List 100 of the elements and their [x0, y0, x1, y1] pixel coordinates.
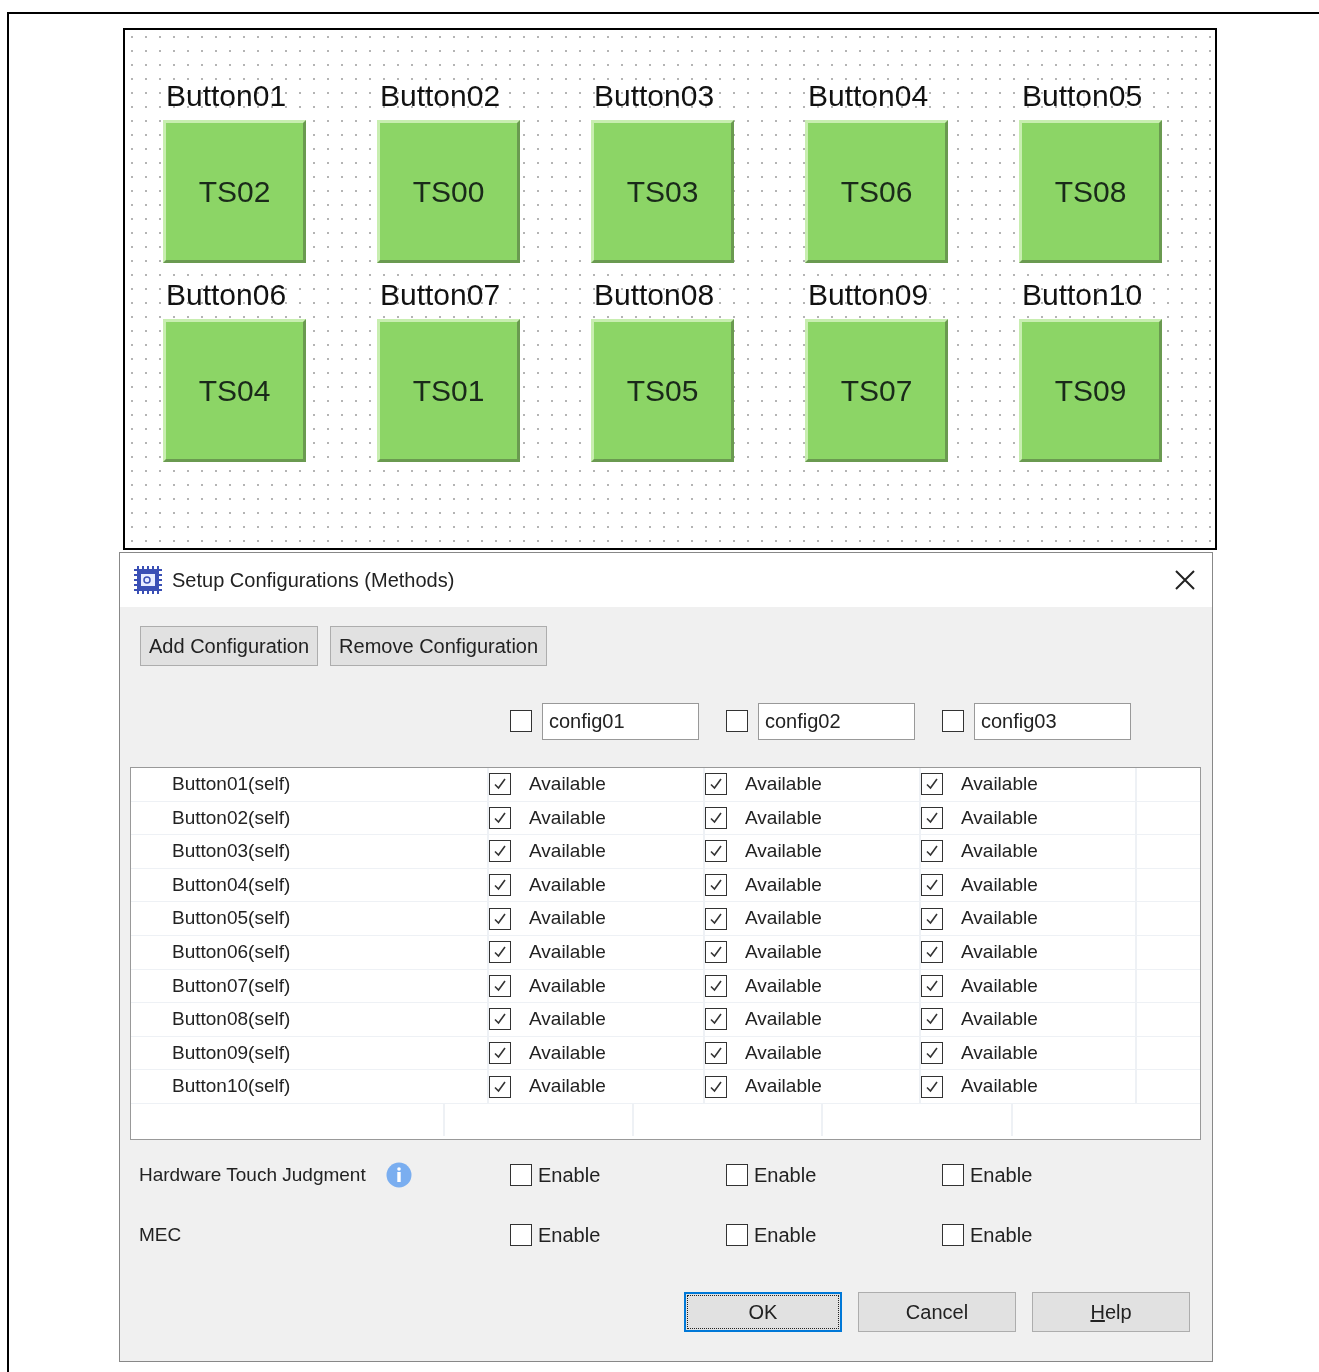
checkbox[interactable] [921, 1042, 943, 1065]
button-label: Button05 [1021, 78, 1144, 114]
checkbox[interactable] [489, 974, 511, 997]
checkbox-label: Enable [754, 1223, 817, 1248]
checkbox[interactable] [705, 773, 727, 796]
table-cell-text: Available [529, 839, 606, 864]
checkbox[interactable] [942, 710, 964, 732]
dialog-button[interactable]: Cancel [858, 1292, 1016, 1332]
touch-button-tile[interactable]: TS04 [163, 319, 306, 462]
checkbox[interactable] [489, 1075, 511, 1098]
window-title: Setup Configurations (Methods) [172, 568, 455, 593]
toolbar-button[interactable]: Remove Configuration [330, 626, 548, 666]
table-cell-text: Available [961, 906, 1038, 931]
checkbox[interactable] [489, 874, 511, 897]
button-label: Button06 [165, 277, 288, 313]
toolbar-button[interactable]: Add Configuration [140, 626, 319, 666]
checkbox[interactable] [705, 1042, 727, 1065]
checkbox[interactable] [489, 907, 511, 930]
table-cell-text: Button05(self) [171, 906, 292, 931]
checkbox[interactable] [921, 874, 943, 897]
checkbox-label: Enable [538, 1223, 601, 1248]
checkbox[interactable] [726, 1224, 748, 1246]
checkbox-label: Enable [970, 1223, 1033, 1248]
touch-button-tile[interactable]: TS09 [1019, 319, 1162, 462]
touch-button-tile[interactable]: TS07 [805, 319, 948, 462]
table-cell-text: Button03(self) [171, 839, 292, 864]
config-name-field[interactable]: config01 [542, 702, 699, 740]
info-icon [385, 1162, 412, 1188]
table-cell-text: Available [529, 1074, 606, 1099]
touch-button-tile[interactable]: TS03 [591, 120, 734, 263]
table-cell-text: Available [745, 839, 822, 864]
button-label: Button03 [593, 78, 716, 114]
touch-button-tile[interactable]: TS08 [1019, 120, 1162, 263]
touch-button-tile[interactable]: TS00 [377, 120, 520, 263]
checkbox[interactable] [921, 941, 943, 964]
checkbox[interactable] [489, 806, 511, 829]
config-name-field[interactable]: config03 [974, 702, 1131, 740]
table-cell-text: Available [961, 839, 1038, 864]
checkbox[interactable] [942, 1164, 964, 1186]
button-label: Button04 [807, 78, 930, 114]
dialog-button[interactable]: Help [1032, 1292, 1190, 1332]
touch-button-tile[interactable]: TS05 [591, 319, 734, 462]
checkbox[interactable] [705, 874, 727, 897]
table-cell-text: Button10(self) [171, 1074, 292, 1099]
table-cell-text: Available [745, 1040, 822, 1065]
dialog-button[interactable]: OK [684, 1292, 842, 1332]
checkbox[interactable] [705, 974, 727, 997]
checkbox[interactable] [705, 907, 727, 930]
checkbox[interactable] [726, 710, 748, 732]
table-cell-text: Available [745, 872, 822, 897]
checkbox[interactable] [705, 840, 727, 863]
touch-button-tile[interactable]: TS06 [805, 120, 948, 263]
option-label: Hardware Touch Judgment [139, 1162, 366, 1187]
option-label: MEC [139, 1222, 182, 1247]
table-cell-text: Available [745, 805, 822, 830]
checkbox[interactable] [510, 1164, 532, 1186]
checkbox[interactable] [921, 840, 943, 863]
config-name-field[interactable]: config02 [758, 702, 915, 740]
checkbox[interactable] [489, 840, 511, 863]
checkbox[interactable] [705, 1008, 727, 1031]
table-cell-text: Button07(self) [171, 973, 292, 998]
table-cell-text: Button02(self) [171, 805, 292, 830]
checkbox[interactable] [510, 710, 532, 732]
checkbox[interactable] [489, 1042, 511, 1065]
table-cell-text: Available [529, 772, 606, 797]
table-cell-text: Button01(self) [171, 772, 292, 797]
table-cell-text: Available [529, 1007, 606, 1032]
table-cell-text: Available [529, 872, 606, 897]
touch-button-tile[interactable]: TS01 [377, 319, 520, 462]
table-cell-text: Available [529, 805, 606, 830]
checkbox[interactable] [510, 1224, 532, 1246]
checkbox[interactable] [705, 941, 727, 964]
table-cell-text: Available [961, 805, 1038, 830]
checkbox[interactable] [921, 974, 943, 997]
checkbox[interactable] [705, 1075, 727, 1098]
checkbox-label: Enable [754, 1163, 817, 1188]
button-label: Button10 [1021, 277, 1144, 313]
checkbox-label: Enable [538, 1163, 601, 1188]
table-cell-text: Available [745, 1074, 822, 1099]
checkbox[interactable] [489, 941, 511, 964]
checkbox[interactable] [942, 1224, 964, 1246]
table-cell-text: Available [961, 1074, 1038, 1099]
touch-button-tile[interactable]: TS02 [163, 120, 306, 263]
button-label: Button01 [165, 78, 288, 114]
checkbox[interactable] [921, 907, 943, 930]
table-cell-text: Available [745, 772, 822, 797]
table-cell-text: Available [961, 1007, 1038, 1032]
checkbox[interactable] [489, 1008, 511, 1031]
checkbox[interactable] [489, 773, 511, 796]
checkbox[interactable] [921, 806, 943, 829]
checkbox[interactable] [921, 1008, 943, 1031]
table-cell-text: Button04(self) [171, 872, 292, 897]
table-cell-text: Available [961, 772, 1038, 797]
checkbox[interactable] [921, 773, 943, 796]
table-cell-text: Available [745, 906, 822, 931]
button-label: Button02 [379, 78, 502, 114]
checkbox[interactable] [726, 1164, 748, 1186]
table-cell-text: Available [529, 940, 606, 964]
checkbox[interactable] [705, 806, 727, 829]
checkbox[interactable] [921, 1075, 943, 1098]
